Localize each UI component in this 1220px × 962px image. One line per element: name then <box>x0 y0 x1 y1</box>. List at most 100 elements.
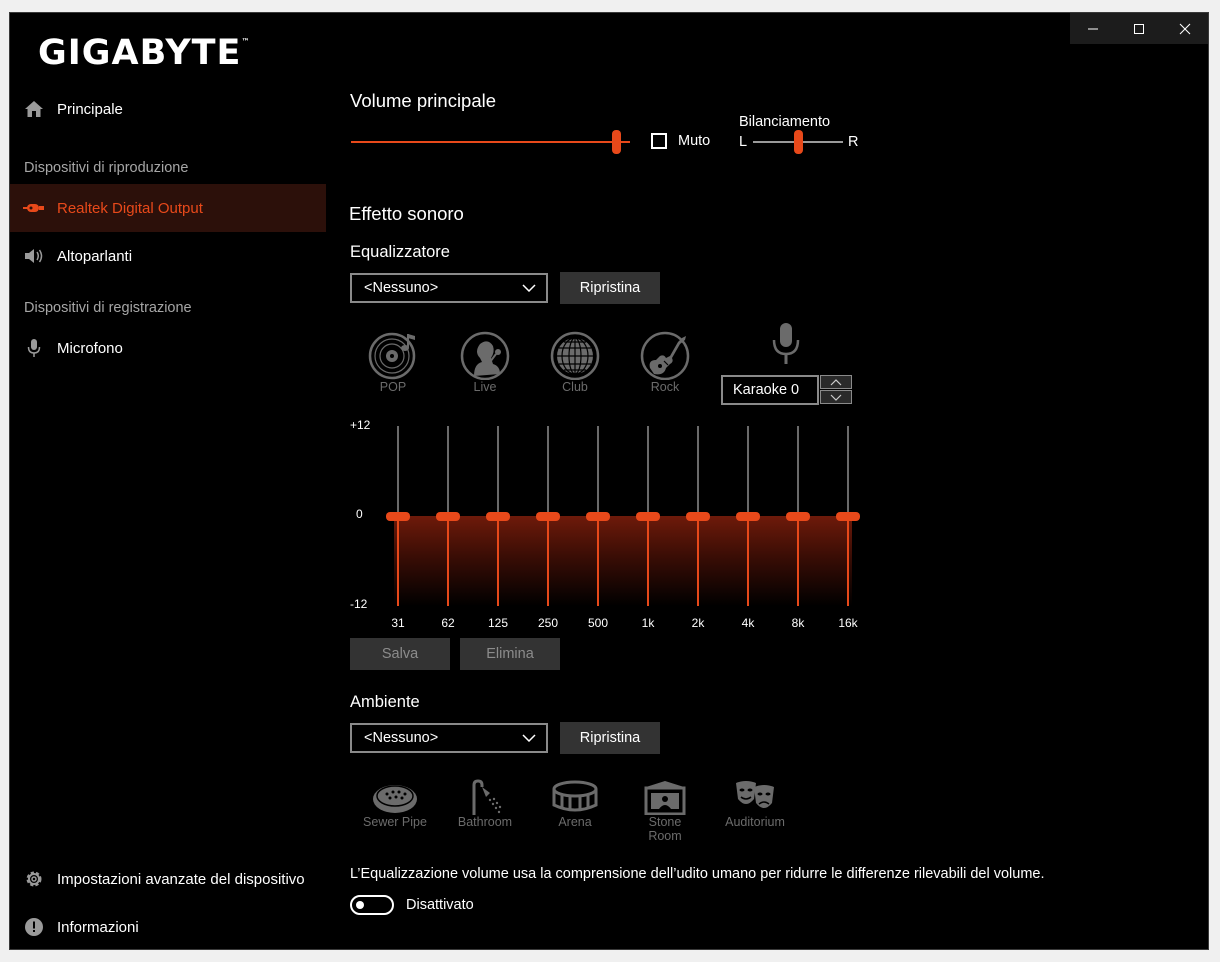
eq-band-level <box>747 516 749 606</box>
eq-band-thumb[interactable] <box>786 512 810 521</box>
disco-ball-icon <box>550 330 600 381</box>
sound-effect-title: Effetto sonoro <box>349 203 464 224</box>
eq-scale-mid: 0 <box>356 507 363 521</box>
eq-band-thumb[interactable] <box>486 512 510 521</box>
ambience-dropdown[interactable]: <Nessuno> <box>350 723 548 753</box>
eq-band-track[interactable] <box>797 426 799 516</box>
theater-masks-icon <box>730 779 780 815</box>
sidebar-item-realtek-digital-output[interactable]: Realtek Digital Output <box>10 184 326 232</box>
info-icon <box>22 915 46 939</box>
ambience-reset-button[interactable]: Ripristina <box>560 722 660 754</box>
eq-band-level <box>847 516 849 606</box>
karaoke-increment-button[interactable] <box>820 375 852 389</box>
mute-checkbox[interactable] <box>651 133 667 149</box>
karaoke-value-field[interactable]: Karaoke 0 <box>721 375 819 405</box>
karaoke-decrement-button[interactable] <box>820 390 852 404</box>
eq-band-level <box>597 516 599 606</box>
eq-band-track[interactable] <box>497 426 499 516</box>
eq-band-level <box>697 516 699 606</box>
arena-icon <box>550 779 600 815</box>
electric-guitar-icon <box>640 330 690 381</box>
vinyl-record-icon <box>368 330 418 380</box>
loudness-toggle[interactable] <box>350 895 394 915</box>
window-controls <box>1070 13 1208 44</box>
environment-sewer-pipe[interactable]: Sewer Pipe <box>363 779 427 829</box>
balance-label: Bilanciamento <box>739 114 831 130</box>
eq-band-level <box>797 516 799 606</box>
eq-band-thumb[interactable] <box>386 512 410 521</box>
sidebar: GIGABYTE™ Principale Dispositivi di ripr… <box>10 13 326 949</box>
sidebar-item-home[interactable]: Principale <box>10 85 326 133</box>
sidebar-item-speakers[interactable]: Altoparlanti <box>10 232 326 280</box>
equalizer-graph: +12 0 -12 31 62 125 250 500 1k 2k 4k 8k 16k <box>335 418 875 638</box>
eq-band-thumb[interactable] <box>836 512 860 521</box>
eq-band-track[interactable] <box>847 426 849 516</box>
stone-room-icon <box>640 779 690 816</box>
chevron-down-icon <box>522 280 536 296</box>
eq-band-level <box>397 516 399 606</box>
chevron-down-icon <box>522 730 536 746</box>
equalizer-dropdown[interactable]: <Nessuno> <box>350 273 548 303</box>
eq-delete-button[interactable]: Elimina <box>460 638 560 670</box>
eq-band-frequency-label: 16k <box>838 616 858 630</box>
eq-save-button[interactable]: Salva <box>350 638 450 670</box>
eq-band-frequency-label: 1k <box>641 616 655 630</box>
eq-band-level <box>547 516 549 606</box>
microphone-icon <box>22 336 46 360</box>
eq-fill-area <box>394 516 852 606</box>
equalizer-reset-button[interactable]: Ripristina <box>560 272 660 304</box>
eq-band-level <box>447 516 449 606</box>
eq-band-track[interactable] <box>547 426 549 516</box>
eq-band-thumb[interactable] <box>586 512 610 521</box>
eq-band-frequency-label: 4k <box>741 616 755 630</box>
speaker-icon <box>22 244 46 268</box>
preset-rock[interactable]: Rock <box>633 330 697 394</box>
digital-output-icon <box>22 196 46 220</box>
environment-arena[interactable]: Arena <box>543 779 607 829</box>
preset-pop[interactable]: POP <box>361 330 425 394</box>
preset-live[interactable]: Live <box>453 330 517 394</box>
playback-devices-header: Dispositivi di riproduzione <box>24 160 189 176</box>
eq-band-thumb[interactable] <box>736 512 760 521</box>
eq-band-frequency-label: 250 <box>537 616 559 630</box>
environment-bathroom[interactable]: Bathroom <box>453 779 517 829</box>
maximize-icon[interactable] <box>1116 13 1162 44</box>
eq-band-track[interactable] <box>447 426 449 516</box>
eq-band-frequency-label: 8k <box>791 616 805 630</box>
eq-band-frequency-label: 62 <box>441 616 455 630</box>
close-icon[interactable] <box>1162 13 1208 44</box>
eq-band-thumb[interactable] <box>636 512 660 521</box>
sidebar-item-info[interactable]: Informazioni <box>10 903 326 949</box>
environment-stone-room[interactable]: Stone Room <box>633 779 697 843</box>
ambience-label: Ambiente <box>350 693 420 711</box>
environment-auditorium[interactable]: Auditorium <box>723 779 787 829</box>
minimize-icon[interactable] <box>1070 13 1116 44</box>
shower-icon <box>460 779 510 815</box>
eq-band-level <box>497 516 499 606</box>
preset-club[interactable]: Club <box>543 330 607 394</box>
eq-band-track[interactable] <box>697 426 699 516</box>
gear-icon <box>22 867 46 891</box>
gigabyte-logo: GIGABYTE™ <box>38 33 250 73</box>
chevron-down-icon <box>830 388 842 406</box>
balance-thumb[interactable] <box>794 130 803 154</box>
sidebar-item-advanced-settings[interactable]: Impostazioni avanzate del dispositivo <box>10 855 326 903</box>
recording-devices-header: Dispositivi di registrazione <box>24 300 192 316</box>
eq-band-track[interactable] <box>747 426 749 516</box>
eq-band-track[interactable] <box>397 426 399 516</box>
balance-right-label: R <box>848 134 859 150</box>
loudness-description: L’Equalizzazione volume usa la comprensi… <box>350 866 1045 882</box>
master-volume-track[interactable] <box>351 141 630 143</box>
master-volume-thumb[interactable] <box>612 130 622 154</box>
eq-band-thumb[interactable] <box>436 512 460 521</box>
eq-band-thumb[interactable] <box>536 512 560 521</box>
sewer-pipe-icon <box>370 779 420 815</box>
eq-band-track[interactable] <box>597 426 599 516</box>
karaoke-microphone-icon <box>771 322 801 366</box>
sidebar-item-microphone[interactable]: Microfono <box>10 324 326 372</box>
eq-band-thumb[interactable] <box>686 512 710 521</box>
mute-label: Muto <box>678 133 711 149</box>
balance-left-label: L <box>739 134 748 150</box>
eq-band-frequency-label: 125 <box>487 616 509 630</box>
eq-band-track[interactable] <box>647 426 649 516</box>
